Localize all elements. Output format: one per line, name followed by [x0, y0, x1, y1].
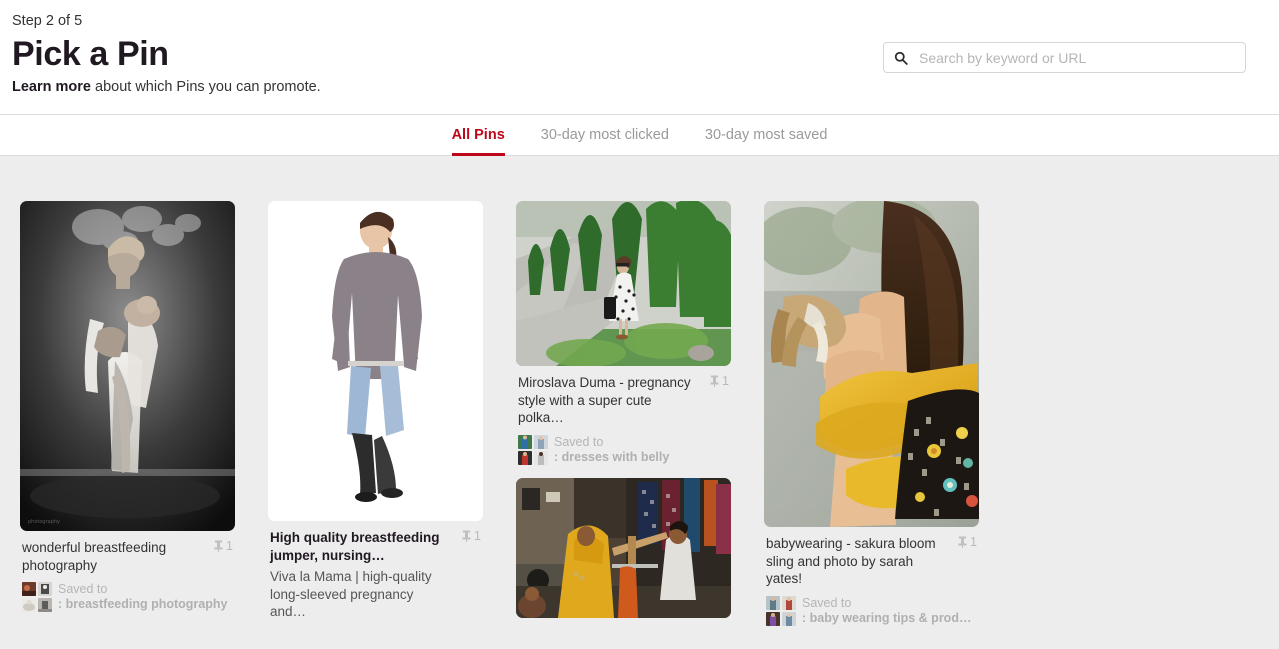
subline-rest-text: about which Pins you can promote.	[90, 79, 321, 95]
board-thumbnail-grid	[22, 582, 52, 612]
search-box[interactable]	[883, 42, 1246, 73]
saved-to-row[interactable]: Saved to : dresses with belly	[518, 434, 729, 465]
pin-image[interactable]	[516, 477, 731, 618]
board-name[interactable]: : baby wearing tips & prod…	[802, 611, 971, 626]
learn-more-link[interactable]: Learn more	[12, 79, 91, 95]
pin-count-value: 1	[722, 374, 729, 388]
grid-column-4: babywearing - sakura bloom sling and pho…	[764, 201, 979, 639]
saved-to-text: Saved to : dresses with belly	[554, 435, 669, 465]
board-thumbnail	[22, 582, 36, 596]
board-thumbnail-grid	[766, 595, 796, 626]
pin-card[interactable]	[516, 477, 731, 618]
pin-image[interactable]	[764, 201, 979, 527]
pin-title: wonderful breastfeeding photography	[22, 540, 167, 573]
pin-title: Miroslava Duma - pregnancy style with a …	[518, 375, 691, 425]
board-thumbnail	[518, 434, 532, 449]
pin-card[interactable]: Miroslava Duma - pregnancy style with a …	[516, 201, 731, 465]
pin-description: Viva la Mama | high-quality long-sleeved…	[270, 569, 432, 619]
header-subline: Learn more about which Pins you can prom…	[12, 78, 321, 96]
pin-count: 1	[958, 535, 977, 549]
board-thumbnail	[534, 450, 548, 465]
saved-to-row[interactable]: Saved to : baby wearing tips & prod…	[766, 595, 977, 626]
board-name[interactable]: : dresses with belly	[554, 450, 669, 465]
saved-to-label: Saved to	[554, 434, 604, 449]
board-thumbnail	[38, 582, 52, 596]
pin-card[interactable]: High quality breastfeeding jumper, nursi…	[268, 201, 483, 621]
pin-count-value: 1	[970, 535, 977, 549]
step-label: Step 2 of 5	[12, 13, 83, 29]
saved-to-row[interactable]: Saved to : breastfeeding photography	[22, 582, 233, 612]
pushpin-icon	[462, 530, 471, 542]
page-title: Pick a Pin	[12, 35, 169, 73]
pin-image[interactable]	[268, 201, 483, 521]
board-thumbnail-grid	[518, 434, 548, 465]
board-thumbnail	[782, 595, 796, 610]
pin-meta: babywearing - sakura bloom sling and pho…	[764, 527, 979, 626]
pin-photo-nursing-jumper	[268, 201, 483, 521]
svg-text:photography: photography	[28, 519, 60, 525]
pin-card[interactable]: babywearing - sakura bloom sling and pho…	[764, 201, 979, 626]
pin-photo-street-market	[516, 477, 731, 618]
saved-to-text: Saved to : breastfeeding photography	[58, 582, 227, 612]
board-name[interactable]: : breastfeeding photography	[58, 597, 227, 612]
pin-meta: Miroslava Duma - pregnancy style with a …	[516, 366, 731, 465]
board-thumbnail	[766, 595, 780, 610]
page-header: Step 2 of 5 Pick a Pin Learn more about …	[0, 0, 1279, 115]
grid-column-2: High quality breastfeeding jumper, nursi…	[268, 201, 483, 634]
saved-to-text: Saved to : baby wearing tips & prod…	[802, 596, 971, 626]
board-thumbnail	[38, 598, 52, 612]
pin-meta: wonderful breastfeeding photography 1 Sa…	[20, 531, 235, 612]
pin-photo-polka-dot-dress	[516, 201, 731, 366]
tab-30-day-most-clicked[interactable]: 30-day most clicked	[541, 115, 669, 156]
grid-column-1: photography wonderful breastfeeding phot…	[20, 201, 235, 625]
search-input[interactable]	[917, 43, 1237, 72]
pin-title: babywearing - sakura bloom sling and pho…	[766, 536, 936, 586]
saved-to-label: Saved to	[58, 582, 108, 596]
pin-filter-tabs: All Pins 30-day most clicked 30-day most…	[0, 115, 1279, 156]
board-thumbnail	[534, 434, 548, 449]
pin-image[interactable]	[516, 201, 731, 366]
pin-grid-area: photography wonderful breastfeeding phot…	[0, 156, 1279, 649]
saved-to-label: Saved to	[802, 595, 852, 610]
pin-title: High quality breastfeeding jumper, nursi…	[270, 530, 440, 563]
pushpin-icon	[958, 536, 967, 548]
pin-count: 1	[710, 374, 729, 388]
pin-count-value: 1	[474, 529, 481, 543]
board-thumbnail	[782, 611, 796, 626]
pin-card[interactable]: photography wonderful breastfeeding phot…	[20, 201, 235, 612]
pin-photo-breastfeeding: photography	[20, 201, 235, 531]
board-thumbnail	[22, 598, 36, 612]
board-thumbnail	[766, 611, 780, 626]
header-text-block: Step 2 of 5 Pick a Pin Learn more about …	[12, 12, 321, 96]
search-icon	[894, 51, 908, 65]
grid-column-3: Miroslava Duma - pregnancy style with a …	[516, 201, 731, 631]
pushpin-icon	[214, 540, 223, 552]
pin-count: 1	[462, 529, 481, 543]
pin-count: 1	[214, 539, 233, 553]
pin-count-value: 1	[226, 539, 233, 553]
tab-all-pins[interactable]: All Pins	[451, 115, 505, 156]
pin-photo-babywearing	[764, 201, 979, 527]
tab-30-day-most-saved[interactable]: 30-day most saved	[705, 115, 828, 156]
pin-meta: High quality breastfeeding jumper, nursi…	[268, 521, 483, 621]
pin-image[interactable]: photography	[20, 201, 235, 531]
pushpin-icon	[710, 375, 719, 387]
board-thumbnail	[518, 450, 532, 465]
